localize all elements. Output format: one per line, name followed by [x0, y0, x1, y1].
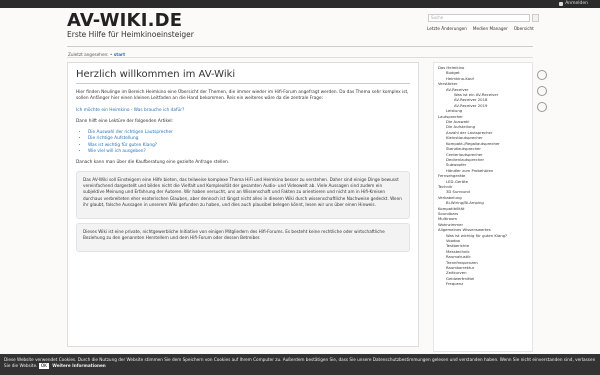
- up-icon[interactable]: [537, 102, 547, 112]
- page-icon[interactable]: [537, 70, 547, 80]
- divider: [67, 46, 533, 47]
- menu-media-manager[interactable]: Medien Manager: [473, 26, 508, 31]
- lead-text: Dann hilft eine Lektüre der folgenden Ar…: [76, 118, 174, 124]
- logo-subtitle: Erste Hilfe für Heimkinoeinsteiger: [67, 30, 194, 39]
- info-box-text: Das AV-Wiki soll Einsteigern eine Hilfe …: [83, 177, 402, 207]
- user-menu: Letzte Änderungen Medien Manager Übersic…: [427, 26, 534, 31]
- top-bar: Anmelden: [0, 0, 600, 8]
- main-content: Herzlich willkommen im AV-Wiki Hier find…: [67, 62, 419, 347]
- article-list: Die Auswahl der richtigen Lautsprecher D…: [88, 130, 410, 155]
- sidebar-item[interactable]: Frequenz: [438, 281, 532, 286]
- menu-recent-changes[interactable]: Letzte Änderungen: [427, 26, 467, 31]
- divider: [67, 57, 533, 58]
- search-button[interactable]: [532, 14, 539, 22]
- site-logo[interactable]: AV-WIKI.DE Erste Hilfe für Heimkinoeinst…: [67, 12, 194, 40]
- disclaimer-text: Dieses Wiki ist eine private, nichtgewer…: [83, 228, 385, 240]
- cookie-ok-button[interactable]: OK: [38, 363, 49, 369]
- page-title: Herzlich willkommen im AV-Wiki: [76, 69, 410, 84]
- cookie-more-link[interactable]: Weitere Informationen: [52, 363, 106, 368]
- login-link[interactable]: Anmelden: [559, 1, 588, 6]
- info-box: Das AV-Wiki soll Einsteigern eine Hilfe …: [76, 171, 410, 219]
- question-text[interactable]: Ich möchte ein Heimkino - Was brauche ic…: [76, 108, 410, 114]
- login-label[interactable]: Anmelden: [565, 1, 588, 6]
- disclaimer-box: Dieses Wiki ist eine private, nichtgewer…: [76, 222, 410, 252]
- sidebar-nav: Das Heimkino Budget Heimkino-Kauf Verstä…: [433, 62, 533, 352]
- logo-title[interactable]: AV-WIKI.DE: [67, 12, 194, 30]
- cookie-banner: Diese Website verwendet Cookies. Durch d…: [0, 354, 600, 375]
- search-input[interactable]: Suche: [428, 14, 530, 22]
- article-link[interactable]: Wie viel will ich ausgeben?: [88, 149, 410, 155]
- menu-overview[interactable]: Übersicht: [514, 26, 534, 31]
- link-icon[interactable]: [537, 86, 547, 96]
- page-tools: [537, 70, 547, 112]
- intro-text: Hier finden Neulinge im Bereich Heimkino…: [76, 90, 409, 102]
- lock-icon: [559, 1, 564, 6]
- after-text: Danach kann man über die Kaufberatung ei…: [76, 160, 230, 165]
